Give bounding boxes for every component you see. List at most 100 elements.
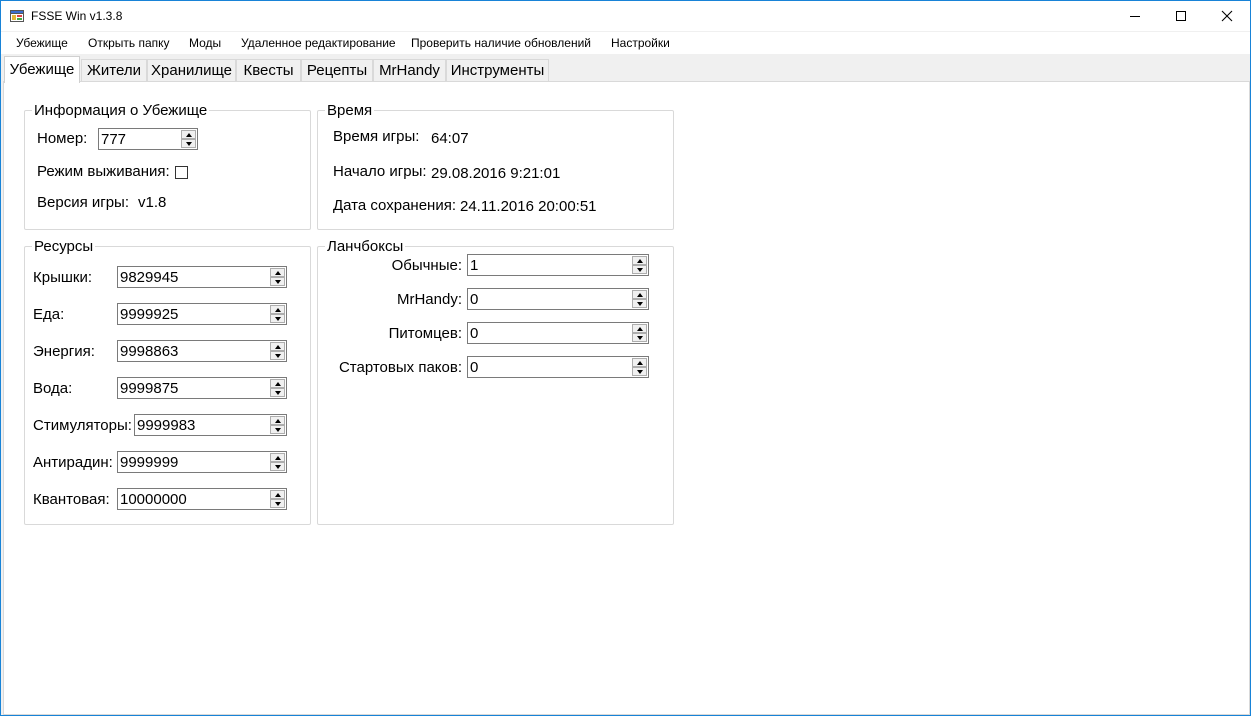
resource-4-up-button[interactable] <box>270 416 285 425</box>
lunchbox-0-value: 1 <box>470 257 479 274</box>
arrow-down-icon <box>637 302 643 306</box>
close-button[interactable] <box>1204 1 1250 31</box>
resource-2-value: 9998863 <box>120 343 179 360</box>
save-label: Дата сохранения: <box>333 197 456 214</box>
resource-2-up-button[interactable] <box>270 342 285 351</box>
resource-5-up-button[interactable] <box>270 453 285 462</box>
tab-storage[interactable]: Хранилище <box>147 59 236 82</box>
menu-vault[interactable]: Убежище <box>16 36 68 50</box>
survival-checkbox[interactable] <box>175 166 188 179</box>
lunchbox-label: Питомцев: <box>388 325 462 342</box>
resource-1-up-button[interactable] <box>270 305 285 314</box>
resources-title: Ресурсы <box>32 238 96 255</box>
resource-label: Энергия: <box>33 343 95 360</box>
number-stepper[interactable]: 777 <box>98 128 198 150</box>
lunchbox-1-value: 0 <box>470 291 479 308</box>
tab-mrhandy[interactable]: MrHandy <box>373 59 446 82</box>
save-value: 24.11.2016 20:00:51 <box>460 198 597 215</box>
arrow-up-icon <box>275 308 281 312</box>
resource-0-stepper[interactable]: 9829945 <box>117 266 287 288</box>
menu-bar: Убежище Открыть папку Моды Удаленное ред… <box>1 32 1250 54</box>
resource-0-up-button[interactable] <box>270 268 285 277</box>
resource-3-value: 9999875 <box>120 380 179 397</box>
number-up-button[interactable] <box>181 130 196 139</box>
number-value: 777 <box>101 131 127 148</box>
lunchbox-2-stepper[interactable]: 0 <box>467 322 649 344</box>
menu-settings[interactable]: Настройки <box>611 36 670 50</box>
arrow-down-icon <box>275 391 281 395</box>
start-value: 29.08.2016 9:21:01 <box>431 165 561 182</box>
menu-check-updates[interactable]: Проверить наличие обновлений <box>411 36 591 50</box>
menu-remote-edit[interactable]: Удаленное редактирование <box>241 36 396 50</box>
resource-label: Вода: <box>33 380 73 397</box>
lunchbox-3-up-button[interactable] <box>632 358 647 367</box>
resource-2-down-button[interactable] <box>270 351 285 360</box>
arrow-up-icon <box>275 493 281 497</box>
title-bar[interactable]: FSSE Win v1.3.8 <box>1 1 1250 31</box>
resource-3-stepper[interactable]: 9999875 <box>117 377 287 399</box>
resource-0-down-button[interactable] <box>270 277 285 286</box>
resource-6-stepper[interactable]: 10000000 <box>117 488 287 510</box>
version-label: Версия игры: <box>37 194 129 211</box>
arrow-up-icon <box>637 327 643 331</box>
app-icon <box>10 9 24 23</box>
lunchbox-0-stepper[interactable]: 1 <box>467 254 649 276</box>
resource-0-value: 9829945 <box>120 269 179 286</box>
lunchbox-2-up-button[interactable] <box>632 324 647 333</box>
resource-5-value: 9999999 <box>120 454 179 471</box>
maximize-button[interactable] <box>1158 1 1204 31</box>
lunchbox-1-down-button[interactable] <box>632 299 647 308</box>
arrow-up-icon <box>637 361 643 365</box>
arrow-up-icon <box>637 259 643 263</box>
arrow-down-icon <box>275 428 281 432</box>
tab-tools[interactable]: Инструменты <box>446 59 549 82</box>
resource-label: Еда: <box>33 306 65 323</box>
arrow-down-icon <box>275 354 281 358</box>
lunchbox-0-up-button[interactable] <box>632 256 647 265</box>
resource-1-down-button[interactable] <box>270 314 285 323</box>
close-icon <box>1221 10 1233 22</box>
resource-1-value: 9999925 <box>120 306 179 323</box>
lunchbox-1-stepper[interactable]: 0 <box>467 288 649 310</box>
arrow-down-icon <box>275 465 281 469</box>
resource-4-stepper[interactable]: 9999983 <box>134 414 287 436</box>
arrow-down-icon <box>637 370 643 374</box>
lunchbox-label: Обычные: <box>391 257 462 274</box>
resource-label: Антирадин: <box>33 454 113 471</box>
lunchbox-3-stepper[interactable]: 0 <box>467 356 649 378</box>
resource-2-stepper[interactable]: 9998863 <box>117 340 287 362</box>
arrow-up-icon <box>275 271 281 275</box>
resource-4-down-button[interactable] <box>270 425 285 434</box>
arrow-up-icon <box>275 345 281 349</box>
resource-6-down-button[interactable] <box>270 499 285 508</box>
resource-5-stepper[interactable]: 9999999 <box>117 451 287 473</box>
tab-vault[interactable]: Убежище <box>4 56 80 83</box>
lunchbox-1-up-button[interactable] <box>632 290 647 299</box>
lunchbox-2-value: 0 <box>470 325 479 342</box>
time-title: Время <box>325 102 375 119</box>
lunchbox-2-down-button[interactable] <box>632 333 647 342</box>
lunchbox-0-down-button[interactable] <box>632 265 647 274</box>
arrow-up-icon <box>275 456 281 460</box>
minimize-button[interactable] <box>1112 1 1158 31</box>
menu-open-folder[interactable]: Открыть папку <box>88 36 170 50</box>
app-window: FSSE Win v1.3.8 Убежище Открыть папку Мо… <box>0 0 1251 716</box>
arrow-up-icon <box>637 293 643 297</box>
tab-recipes[interactable]: Рецепты <box>301 59 373 82</box>
start-label: Начало игры: <box>333 163 427 180</box>
resource-5-down-button[interactable] <box>270 462 285 471</box>
resource-1-stepper[interactable]: 9999925 <box>117 303 287 325</box>
resource-6-value: 10000000 <box>120 491 187 508</box>
maximize-icon <box>1176 11 1186 21</box>
resource-3-up-button[interactable] <box>270 379 285 388</box>
resource-6-up-button[interactable] <box>270 490 285 499</box>
resource-3-down-button[interactable] <box>270 388 285 397</box>
resource-label: Крышки: <box>33 269 93 286</box>
menu-mods[interactable]: Моды <box>189 36 221 50</box>
number-down-button[interactable] <box>181 139 196 148</box>
tab-dwellers[interactable]: Жители <box>81 59 147 82</box>
time-group: Время Время игры: 64:07 Начало игры: 29.… <box>317 102 674 230</box>
tab-quests[interactable]: Квесты <box>236 59 301 82</box>
survival-label: Режим выживания: <box>37 163 170 180</box>
lunchbox-3-down-button[interactable] <box>632 367 647 376</box>
